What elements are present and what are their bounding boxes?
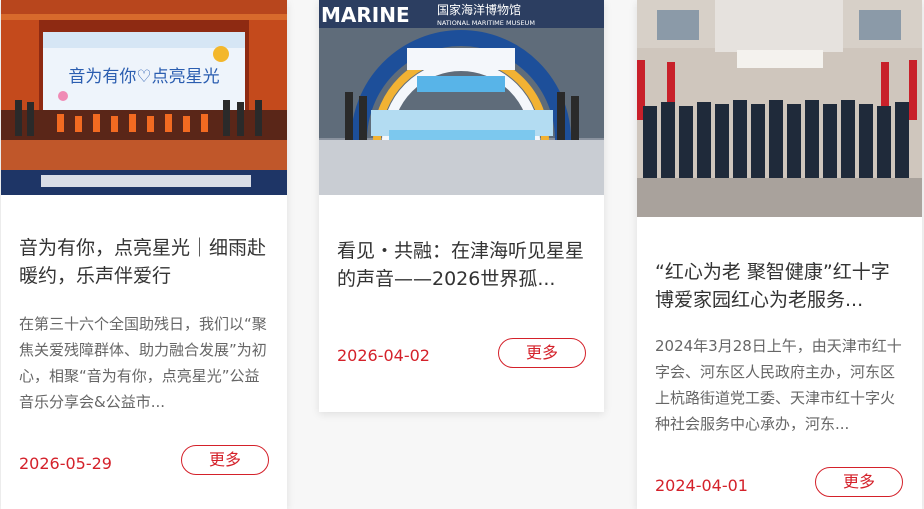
card-1-more-button[interactable]: 更多 bbox=[181, 445, 269, 475]
card-1-summary: 在第三十六个全国助残日，我们以“聚焦关爱残障群体、助力融合发展”为初心，相聚“音… bbox=[19, 315, 267, 411]
museum-event-image: MARINE 国家海洋博物馆 NATIONAL MARITIME MUSEUM bbox=[319, 0, 604, 195]
card-2-date: 2026-04-02 bbox=[337, 346, 430, 365]
concert-stage-image: 音为有你♡点亮星光 bbox=[1, 0, 287, 195]
card-1-title[interactable]: 音为有你，点亮星光｜细雨赴暖约，乐声伴爱行 bbox=[19, 234, 273, 290]
card-3-summary: 2024年3月28日上午，由天津市红十字会、河东区人民政府主办，河东区上杭路街道… bbox=[655, 337, 902, 433]
museum-sign-en: MARINE bbox=[321, 3, 410, 27]
card-3-more-button[interactable]: 更多 bbox=[815, 467, 903, 497]
museum-sign-cn: 国家海洋博物馆 bbox=[437, 2, 521, 17]
card-2-photo[interactable]: MARINE 国家海洋博物馆 NATIONAL MARITIME MUSEUM bbox=[319, 0, 604, 195]
card-3-date: 2024-04-01 bbox=[655, 476, 748, 495]
news-card-3[interactable]: “红心为老 聚智健康”红十字博爱家园红心为老服务... 2024年3月28日上午… bbox=[637, 0, 922, 509]
news-card-2[interactable]: MARINE 国家海洋博物馆 NATIONAL MARITIME MUSEUM … bbox=[319, 0, 604, 412]
card-3-photo[interactable] bbox=[637, 0, 922, 217]
group-photo-image bbox=[637, 0, 922, 217]
stage-banner-text: 音为有你♡点亮星光 bbox=[68, 67, 219, 87]
card-1-photo[interactable]: 音为有你♡点亮星光 bbox=[1, 0, 287, 195]
card-2-title[interactable]: 看见・共融：在津海听见星星的声音——2026世界孤... bbox=[337, 237, 590, 293]
card-1-date: 2026-05-29 bbox=[19, 454, 112, 473]
card-3-title[interactable]: “红心为老 聚智健康”红十字博爱家园红心为老服务... bbox=[655, 258, 908, 314]
card-2-more-button[interactable]: 更多 bbox=[498, 338, 586, 368]
news-card-1[interactable]: 音为有你♡点亮星光 音为有你，点亮星光｜细雨赴暖约，乐声伴爱行 在第三十六个全国… bbox=[1, 0, 287, 509]
museum-sign-sub: NATIONAL MARITIME MUSEUM bbox=[437, 19, 535, 27]
